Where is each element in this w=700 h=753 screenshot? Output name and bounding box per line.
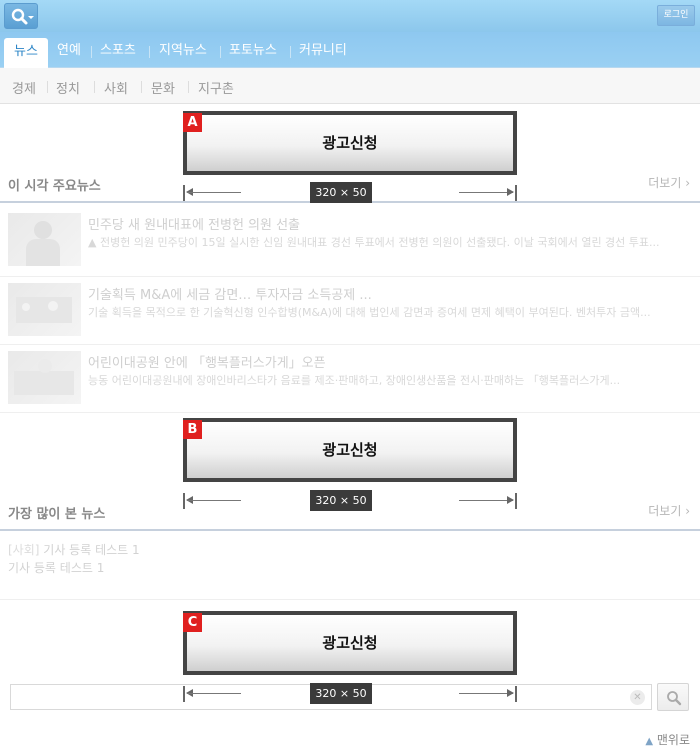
popular-news-summary: 기사 등록 테스트 1 bbox=[8, 561, 105, 575]
ad-size-label: 320 × 50 bbox=[310, 490, 372, 511]
sub-nav: 경제 정치 사회 문화 지구촌 bbox=[0, 68, 700, 104]
news-title: 기사 등록 테스트 1 bbox=[43, 543, 140, 557]
subnav-divider bbox=[47, 81, 48, 93]
arrow-right-icon bbox=[507, 689, 514, 697]
subnav-economy[interactable]: 경제 bbox=[12, 78, 36, 97]
tab-photo-news[interactable]: 포토뉴스 bbox=[229, 41, 277, 68]
ad-dimension-guide: 320 × 50 bbox=[183, 490, 517, 515]
main-nav: 뉴스 연예 스포츠 지역뉴스 포토뉴스 커뮤니티 bbox=[0, 32, 700, 68]
top-bar: 로그인 bbox=[0, 0, 700, 32]
nav-divider bbox=[91, 46, 92, 58]
news-summary: 기술 획득을 목적으로 한 기술혁신형 인수합병(M&A)에 대해 법인세 감면… bbox=[88, 306, 651, 319]
clear-icon[interactable]: ✕ bbox=[630, 690, 645, 705]
arrow-up-icon: ▲ bbox=[645, 736, 654, 747]
ad-slot-letter: A bbox=[183, 113, 202, 132]
ad-slot-letter: C bbox=[183, 613, 202, 632]
tab-news[interactable]: 뉴스 bbox=[4, 38, 48, 68]
top-news-title: 이 시각 주요뉴스 bbox=[8, 179, 101, 194]
ad-label: 광고신청 bbox=[187, 115, 513, 171]
subnav-society[interactable]: 사회 bbox=[104, 78, 128, 97]
news-item[interactable]: 민주당 새 원내대표에 전병헌 의원 선출 ▲ 전병헌 의원 민주당이 15일 … bbox=[0, 213, 700, 281]
ad-size-label: 320 × 50 bbox=[310, 683, 372, 704]
ad-label: 광고신청 bbox=[187, 422, 513, 478]
tab-entertainment[interactable]: 연예 bbox=[57, 41, 81, 68]
chevron-right-icon: › bbox=[685, 176, 690, 190]
row-divider bbox=[0, 599, 700, 600]
news-thumbnail bbox=[8, 213, 81, 266]
news-thumbnail bbox=[8, 283, 81, 336]
subnav-divider bbox=[94, 81, 95, 93]
more-label: 더보기 bbox=[648, 504, 682, 518]
search-icon bbox=[667, 691, 682, 706]
ad-slot-c[interactable]: 광고신청 bbox=[183, 611, 517, 675]
nav-divider bbox=[220, 46, 221, 58]
arrow-right-icon bbox=[507, 496, 514, 504]
back-to-top-label: 맨위로 bbox=[656, 733, 690, 747]
news-title: 어린이대공원 안에 「행복플러스가게」오픈 bbox=[88, 356, 326, 371]
nav-divider bbox=[290, 46, 291, 58]
ad-slot-letter: B bbox=[183, 420, 202, 439]
popular-news-item[interactable]: [사회] 기사 등록 테스트 1 bbox=[8, 541, 140, 558]
ad-label: 광고신청 bbox=[187, 615, 513, 671]
tab-local-news[interactable]: 지역뉴스 bbox=[159, 41, 207, 68]
news-title: 기술획득 M&A에 세금 감면… 투자자금 소득공제 ... bbox=[88, 288, 372, 303]
ad-size-label: 320 × 50 bbox=[310, 182, 372, 203]
back-to-top-link[interactable]: ▲ 맨위로 bbox=[645, 731, 690, 748]
subnav-divider bbox=[188, 81, 189, 93]
news-thumbnail bbox=[8, 351, 81, 404]
popular-news-more-link[interactable]: 더보기 › bbox=[648, 502, 690, 519]
arrow-right-icon bbox=[507, 188, 514, 196]
tab-community[interactable]: 커뮤니티 bbox=[299, 41, 347, 68]
news-summary: 능동 어린이대공원내에 장애인바리스타가 음료를 제조·판매하고, 장애인생산품… bbox=[88, 374, 621, 387]
popular-news-title: 가장 많이 본 뉴스 bbox=[8, 507, 106, 522]
ad-slot-a[interactable]: 광고신청 bbox=[183, 111, 517, 175]
subnav-culture[interactable]: 문화 bbox=[151, 78, 175, 97]
search-button[interactable] bbox=[4, 3, 38, 29]
bottom-search-button[interactable] bbox=[657, 683, 689, 711]
subnav-world[interactable]: 지구촌 bbox=[198, 78, 234, 97]
tab-sports[interactable]: 스포츠 bbox=[100, 41, 136, 68]
ad-dimension-guide: 320 × 50 bbox=[183, 182, 517, 207]
news-category: [사회] bbox=[8, 543, 40, 557]
more-label: 더보기 bbox=[648, 176, 682, 190]
news-summary: ▲ 전병헌 의원 민주당이 15일 실시한 신임 원내대표 경선 투표에서 전병… bbox=[88, 236, 660, 249]
top-news-more-link[interactable]: 더보기 › bbox=[648, 174, 690, 191]
section-divider bbox=[0, 529, 700, 531]
row-divider bbox=[0, 276, 700, 277]
subnav-divider bbox=[141, 81, 142, 93]
news-item[interactable]: 어린이대공원 안에 「행복플러스가게」오픈 능동 어린이대공원내에 장애인바리스… bbox=[0, 351, 700, 419]
ad-slot-b[interactable]: 광고신청 bbox=[183, 418, 517, 482]
search-icon bbox=[11, 8, 34, 25]
nav-divider bbox=[149, 46, 150, 58]
news-title: 민주당 새 원내대표에 전병헌 의원 선출 bbox=[88, 218, 301, 233]
chevron-right-icon: › bbox=[685, 504, 690, 518]
row-divider bbox=[0, 344, 700, 345]
row-divider bbox=[0, 412, 700, 413]
login-button[interactable]: 로그인 bbox=[657, 5, 695, 26]
ad-dimension-guide: 320 × 50 bbox=[183, 683, 517, 708]
subnav-politics[interactable]: 정치 bbox=[56, 78, 80, 97]
news-item[interactable]: 기술획득 M&A에 세금 감면… 투자자금 소득공제 ... 기술 획득을 목적… bbox=[0, 283, 700, 351]
